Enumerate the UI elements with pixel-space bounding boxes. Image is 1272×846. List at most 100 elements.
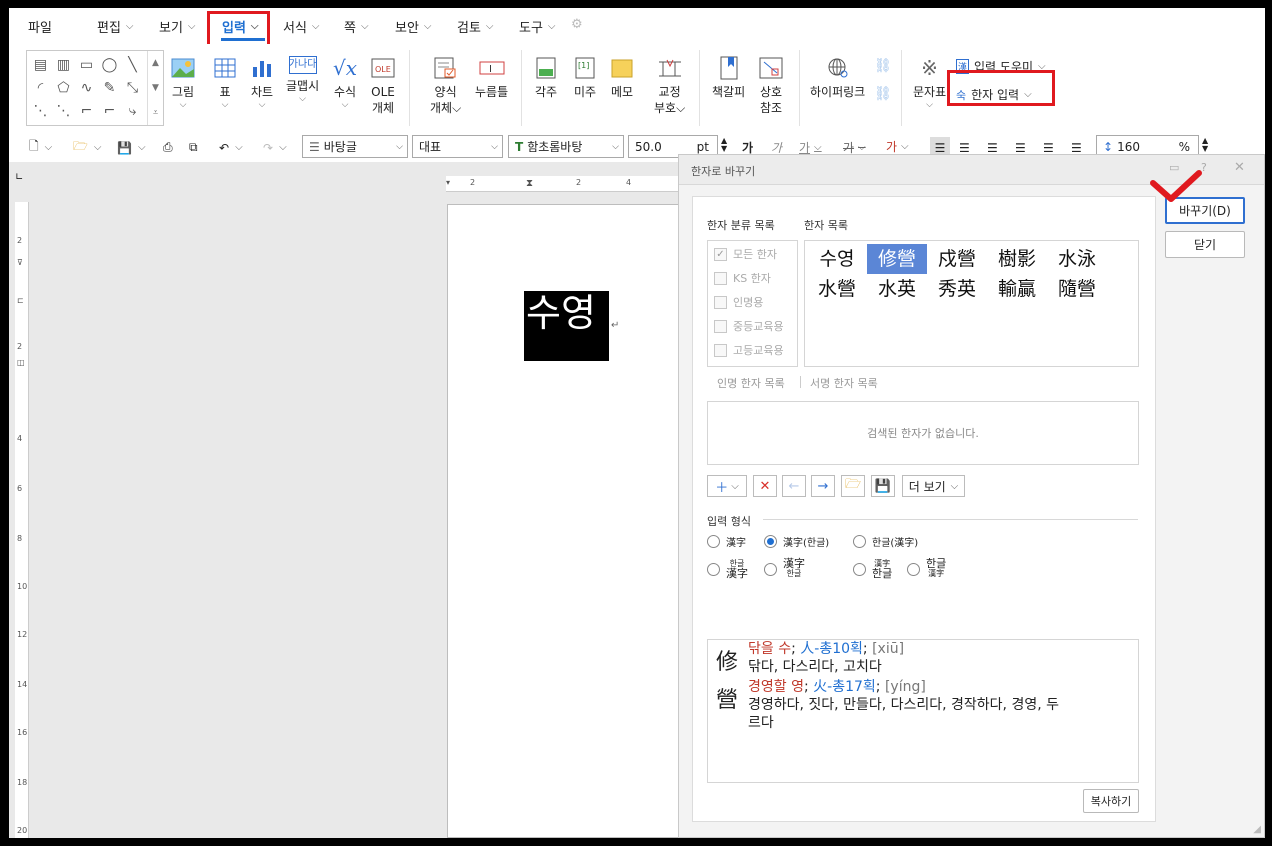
save-icon[interactable]: 💾 ⌵ [117,137,146,158]
connector-icon[interactable]: ⋱ [29,99,52,122]
chart-button[interactable]: 차트 ⌵ [249,56,275,110]
ruler-corner-icon[interactable]: ∟ [15,172,23,183]
settings-icon[interactable]: ⚙ [571,17,583,32]
unlink-icon[interactable]: ⛓ [874,86,892,102]
elbow-connector-2-icon[interactable]: ⌐ [98,99,121,122]
hanja-option[interactable]: 水泳 [1047,244,1107,274]
chart-icon [249,56,275,80]
symbol-button[interactable]: ※ 문자표 ⌵ [913,56,946,110]
hanja-option[interactable]: 秀英 [927,274,987,304]
category-all[interactable]: ✓ 모든 한자 [714,246,777,262]
vertical-ruler[interactable]: 2 ⊽ ⊏ 2 ◫ 4 6 8 10 12 14 16 18 20 [15,202,29,838]
hanja-option[interactable]: 水英 [867,274,927,304]
elbow-connector-icon[interactable]: ⌐ [75,99,98,122]
proofreading-mark-button[interactable]: 교정 부호⌵ [654,56,685,116]
move-left-button[interactable]: ← [782,475,806,497]
ellipse-icon[interactable]: ◯ [98,53,121,76]
menu-file[interactable]: 파일 [28,17,52,36]
footnote-button[interactable]: 각주 [533,56,559,100]
hanja-option[interactable]: 輸贏 [987,274,1047,304]
bookmark-button[interactable]: 책갈피 [712,56,745,100]
proofreading-icon [657,56,683,80]
table-button[interactable]: 표 ⌵ [212,56,238,110]
form-object-button[interactable]: 양식 개체⌵ [430,56,461,116]
undo-icon[interactable]: ↶ ⌵ [219,137,243,158]
info-char-2: 營 [716,688,739,713]
hanja-list: 수영 修營 戍營 樹影 水泳 水營 水英 秀英 輸贏 隨營 [804,240,1139,367]
category-middle-school[interactable]: 중등교육용 [714,318,784,334]
print-icon[interactable]: ⎙ [163,137,173,158]
menu-view[interactable]: 보기 ⌵ [159,17,196,36]
connector-line-icon[interactable]: ⤡ [121,76,144,99]
hanja-option[interactable]: 隨營 [1047,274,1107,304]
cross-reference-button[interactable]: 상호 참조 [758,56,784,116]
add-button[interactable]: ＋ ⌵ [707,475,747,497]
menu-security[interactable]: 보안 ⌵ [395,17,432,36]
category-person-name[interactable]: 인명용 [714,294,763,310]
text-box-icon[interactable]: ▤ [29,53,52,76]
save-button[interactable]: 💾 [871,475,895,497]
open-folder-icon[interactable]: 🗁 ⌵ [73,137,101,158]
ole-object-button[interactable]: OLE OLE 개체 [369,56,397,116]
pen-icon[interactable]: ✎ [98,76,121,99]
memo-button[interactable]: 메모 [609,56,635,100]
delete-button[interactable]: ✕ [753,475,777,497]
link-icon[interactable]: ⛓ [874,58,892,74]
hanja-option[interactable]: 水營 [807,274,867,304]
category-high-school[interactable]: 고등교육용 [714,342,784,358]
wordart-button[interactable]: 가나다 글맵시 ⌵ [286,56,319,104]
shapes-gallery[interactable]: ▤ ▥ ▭ ◯ ╲ ◜ ⬠ ∿ ✎ ⤡ ⋱ ⋱ ⌐ ⌐ ⤷ ▲ ▼ ⩡ [26,50,164,126]
copy-button[interactable]: 복사하기 [1083,789,1139,813]
move-right-button[interactable]: → [811,475,835,497]
field-icon: I [479,56,505,80]
curve-icon[interactable]: ∿ [75,76,98,99]
menu-review[interactable]: 검토 ⌵ [457,17,494,36]
hanja-option[interactable]: 수영 [807,244,867,274]
field-button[interactable]: I 누름틀 [475,56,508,100]
menu-tools[interactable]: 도구 ⌵ [519,17,556,36]
hanja-option-selected[interactable]: 修營 [867,244,927,274]
format-ruby-top-hanja[interactable]: 漢字 한글 [853,559,892,579]
hyperlink-button[interactable]: 하이퍼링크 [810,56,865,100]
format-hangul-hanja[interactable]: 한글(漢字) [853,534,918,549]
menu-page[interactable]: 쪽 ⌵ [344,17,369,36]
arc-icon[interactable]: ◜ [29,76,52,99]
selected-text[interactable]: 수영 [524,291,609,361]
endnote-button[interactable]: [1] 미주 [572,56,598,100]
picture-button[interactable]: 그림 ⌵ [170,56,196,110]
close-button[interactable]: 닫기 [1165,231,1245,258]
tab-person-hanja[interactable]: 인명 한자 목록 [717,375,785,391]
new-doc-icon[interactable]: 🗋 ⌵ [29,137,52,158]
format-ruby-top-hangul[interactable]: 한글 漢字 [707,559,748,579]
format-hanja[interactable]: 漢字 [707,534,746,549]
polygon-icon[interactable]: ⬠ [52,76,75,99]
hanja-option[interactable]: 樹影 [987,244,1047,274]
formula-button[interactable]: √x 수식 ⌵ [332,56,358,110]
close-icon[interactable]: ✕ [1234,160,1245,175]
memo-icon [609,56,635,80]
vertical-text-box-icon[interactable]: ▥ [52,53,75,76]
tab-signature-hanja[interactable]: 서명 한자 목록 [810,375,878,391]
hanja-option[interactable]: 戍營 [927,244,987,274]
format-ruby-bottom-hanja[interactable]: 한글 漢字 [907,558,946,579]
horizontal-ruler[interactable]: ▾ 2 ⧗ 2 4 [446,176,686,192]
open-button[interactable]: 🗁 [841,475,865,497]
chevron-down-icon: ⌵ [547,21,556,32]
more-view-button[interactable]: 더 보기 ⌵ [902,475,965,497]
line-icon[interactable]: ╲ [121,53,144,76]
format-hanja-hangul[interactable]: 漢字(한글) [764,534,829,549]
font-select[interactable]: T 함초롬바탕 ⌵ [508,135,624,158]
style-select[interactable]: ☰ 바탕글 ⌵ [302,135,408,158]
category-ks[interactable]: KS 한자 [714,270,771,286]
connector-dotted-icon[interactable]: ⋱ [52,99,75,122]
resize-grip-icon[interactable]: ◢ [1253,824,1261,835]
print-preview-icon[interactable]: ⧉ [189,137,198,158]
curved-connector-icon[interactable]: ⤷ [121,99,144,122]
format-ruby-bottom-hangul[interactable]: 漢字 한글 [764,558,805,579]
gallery-scroll[interactable]: ▲ ▼ ⩡ [147,51,163,125]
menu-format[interactable]: 서식 ⌵ [283,17,320,36]
rectangle-icon[interactable]: ▭ [75,53,98,76]
redo-icon[interactable]: ↷ ⌵ [263,137,287,158]
menu-edit[interactable]: 편집 ⌵ [97,17,134,36]
language-select[interactable]: 대표 ⌵ [412,135,503,158]
